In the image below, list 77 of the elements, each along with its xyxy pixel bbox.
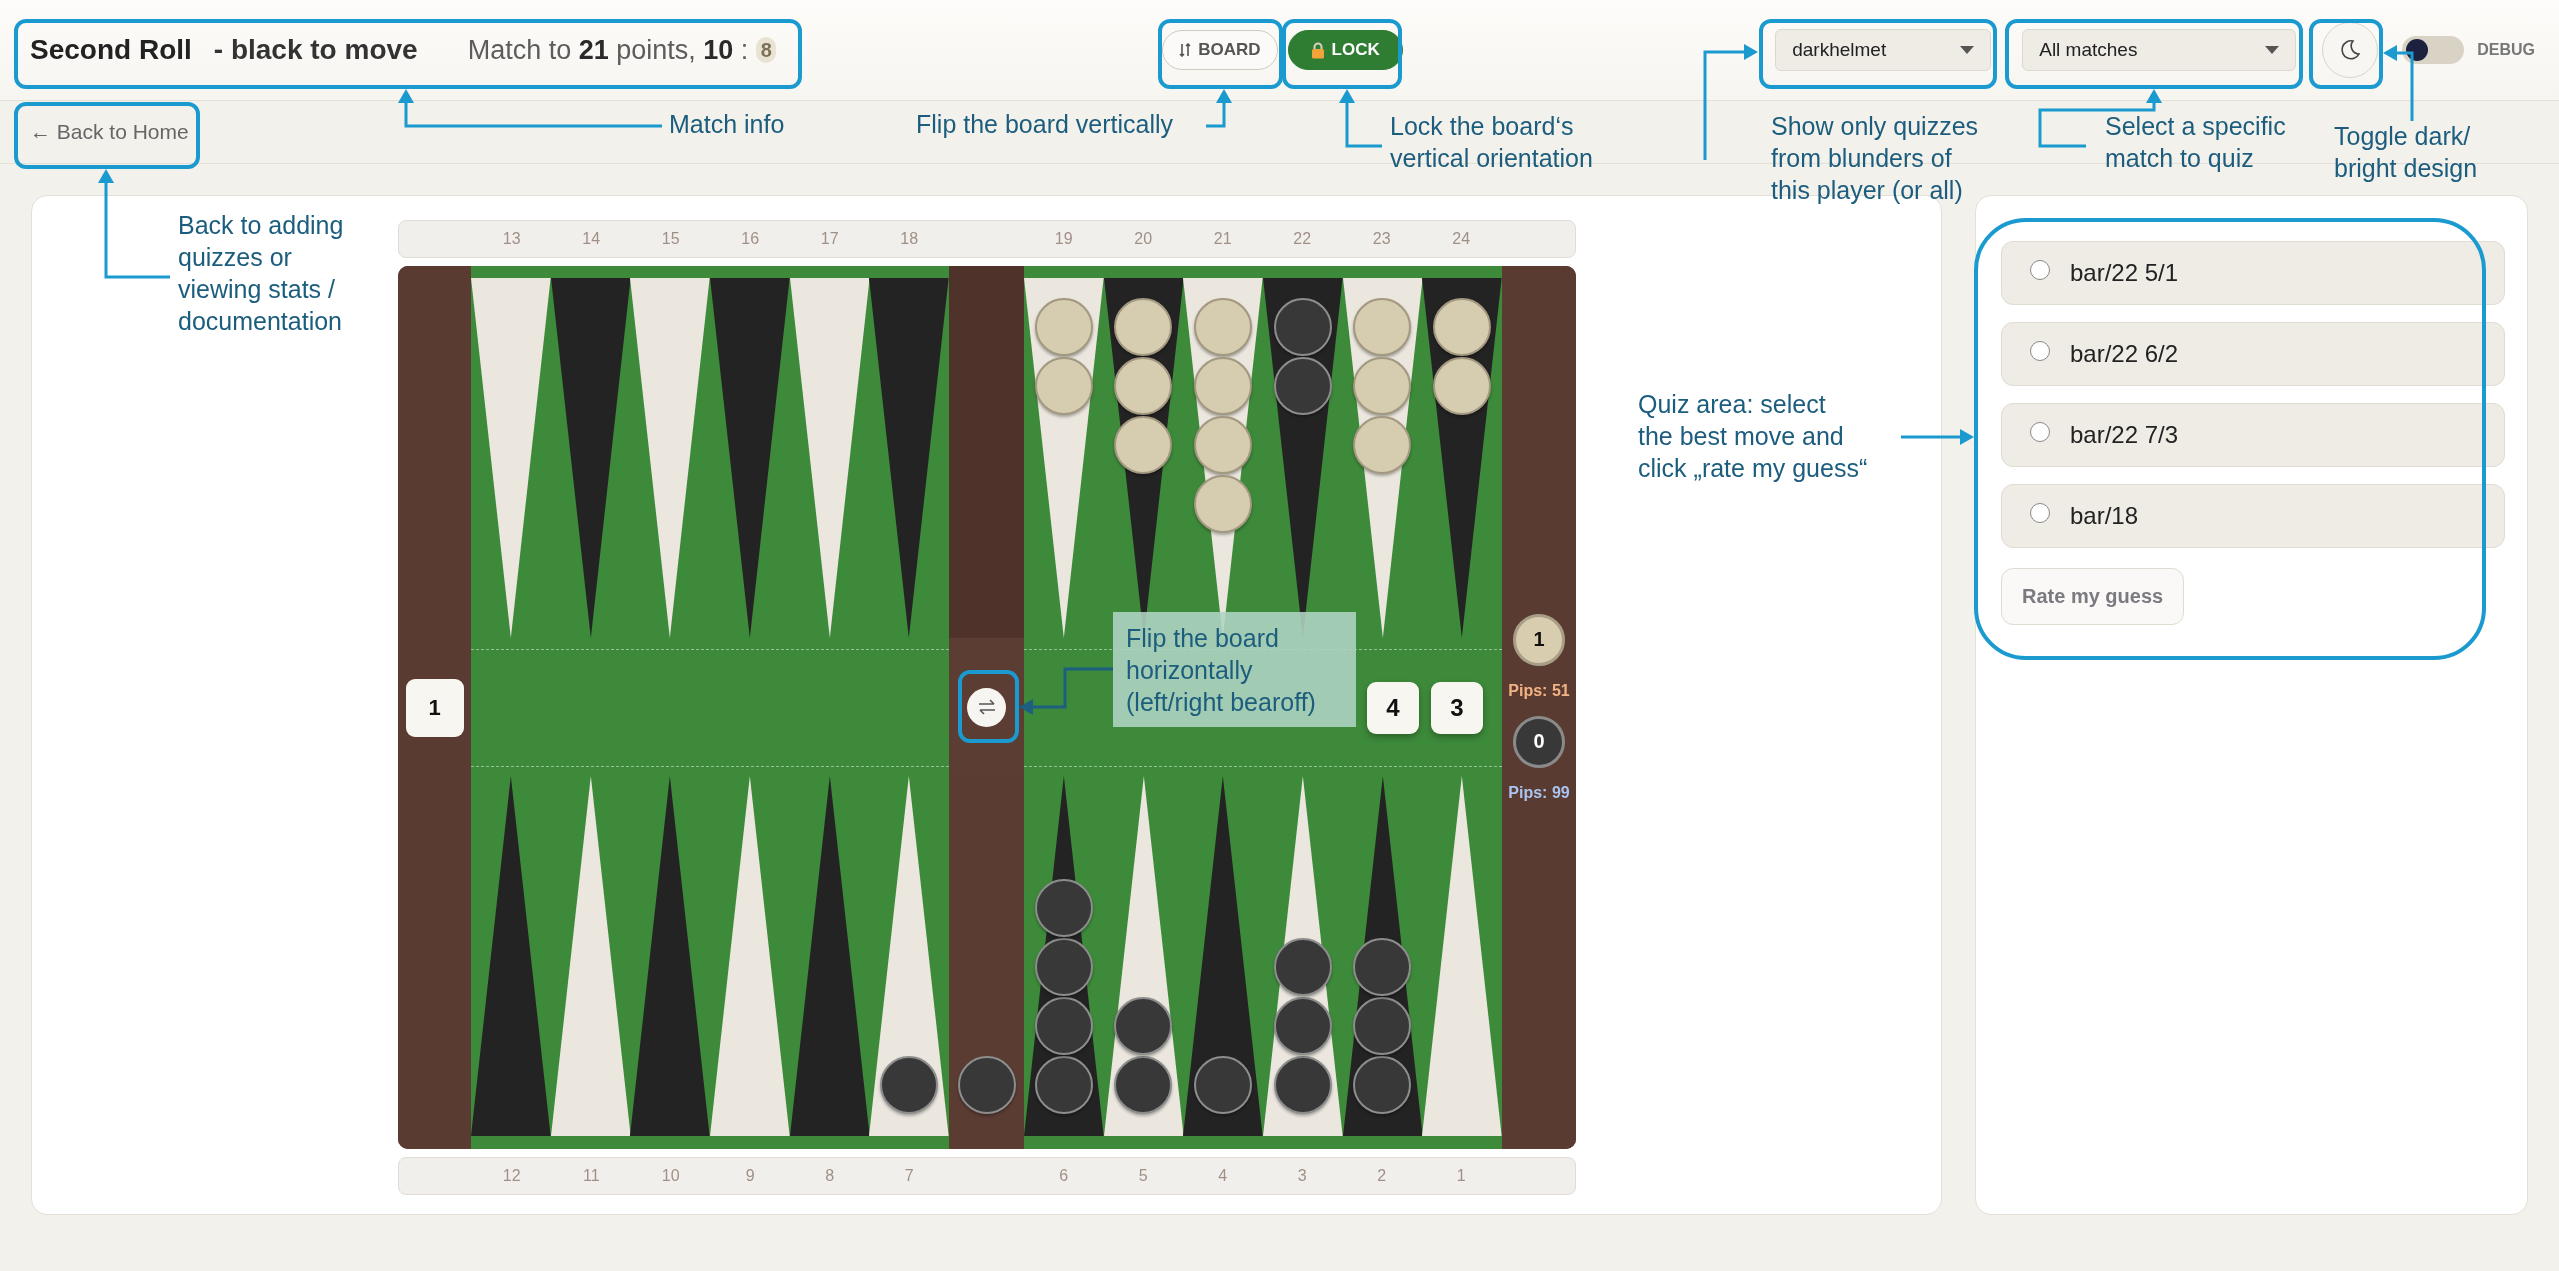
point-number: 18	[900, 230, 919, 248]
point-number: 14	[582, 230, 601, 248]
player-select[interactable]: darkhelmet	[1775, 29, 1992, 71]
caret-icon	[1960, 46, 1975, 54]
annotation-text: Back to adding quizzes or viewing stats / documentation	[178, 210, 344, 337]
move-option[interactable]: bar/22 7/3	[2001, 403, 2505, 467]
moon-icon	[2339, 39, 2362, 61]
point-number: 24	[1452, 230, 1471, 248]
back-link[interactable]: ← Back to Home	[30, 120, 189, 144]
point-number: 1	[1456, 1167, 1466, 1185]
callout-arrow	[1206, 89, 1232, 128]
point-number: 17	[820, 230, 839, 248]
point-number: 16	[741, 230, 760, 248]
doubling-cube: 1	[405, 678, 464, 737]
annotation-text: Select a specific match to quiz	[2105, 111, 2286, 174]
checker	[1194, 475, 1253, 533]
sort-arrows-icon	[1179, 43, 1192, 57]
swap-icon	[976, 699, 997, 715]
annotation-text: Toggle dark/ bright design	[2334, 121, 2478, 184]
radio-button[interactable]	[2030, 260, 2050, 280]
theme-toggle-button[interactable]	[2322, 22, 2379, 78]
point-number: 13	[502, 230, 521, 248]
point-number: 3	[1297, 1167, 1307, 1185]
radio-button[interactable]	[2030, 503, 2050, 523]
screen-title: Second Roll	[30, 34, 192, 66]
annotation-text: Lock the board‘s vertical orientation	[1390, 111, 1593, 174]
point-number: 23	[1372, 230, 1391, 248]
turn-status: - black to move	[213, 34, 418, 66]
point-number: 8	[825, 1167, 835, 1185]
debug-label: DEBUG	[2477, 41, 2535, 59]
checker	[1034, 938, 1093, 996]
point-number: 6	[1059, 1167, 1069, 1185]
point-number: 5	[1138, 1167, 1148, 1185]
checker	[1034, 879, 1093, 937]
radio-button[interactable]	[2030, 422, 2050, 442]
annotation-text: Flip the board horizontally (left/right bearoff)	[1113, 612, 1356, 727]
pip-count: Pips: 99	[1508, 783, 1570, 802]
point-number: 19	[1054, 230, 1073, 248]
callout-arrow	[1339, 89, 1382, 148]
point-number: 7	[904, 1167, 914, 1185]
point-number: 4	[1218, 1167, 1228, 1185]
checker	[1194, 416, 1253, 474]
borne-off-count: 1	[1513, 613, 1565, 666]
padlock-icon	[1310, 41, 1325, 59]
annotation-text: Show only quizzes from blunders of this player (or all)	[1771, 111, 1979, 206]
annotation-text: Match info	[669, 109, 785, 140]
debug-toggle[interactable]	[2402, 36, 2465, 64]
point-number: 15	[661, 230, 680, 248]
point-number: 9	[745, 1167, 755, 1185]
point-number: 2	[1377, 1167, 1387, 1185]
annotation-text: Quiz area: select the best move and click „rate my guess“	[1638, 389, 1868, 484]
radio-button[interactable]	[2030, 341, 2050, 361]
flip-horizontal-button[interactable]	[967, 687, 1006, 727]
checker	[1353, 938, 1412, 996]
move-option[interactable]: bar/22 5/1	[2001, 241, 2505, 305]
borne-off-count: 0	[1513, 715, 1565, 768]
move-option[interactable]: bar/22 6/2	[2001, 322, 2505, 386]
match-info: Match to 21 points, 10 :	[467, 34, 749, 66]
annotation-text: Flip the board vertically	[916, 109, 1174, 140]
flip-board-button[interactable]: BOARD	[1162, 30, 1278, 70]
checker	[1273, 938, 1332, 996]
pip-count: Pips: 51	[1508, 681, 1570, 700]
checker	[1114, 416, 1173, 474]
caret-icon	[2265, 46, 2280, 54]
point-number: 12	[502, 1167, 521, 1185]
checker	[1353, 416, 1412, 474]
point-number: 11	[582, 1167, 600, 1185]
die: 4	[1367, 682, 1419, 734]
checker	[957, 1056, 1016, 1114]
point-number: 20	[1134, 230, 1153, 248]
match-select[interactable]: All matches	[2022, 29, 2297, 71]
point-number: 22	[1293, 230, 1312, 248]
move-option[interactable]: bar/18	[2001, 484, 2505, 548]
point-number: 21	[1213, 230, 1232, 248]
opponent-score: 8	[756, 37, 777, 63]
die: 3	[1431, 682, 1483, 734]
point-number: 10	[661, 1167, 680, 1185]
